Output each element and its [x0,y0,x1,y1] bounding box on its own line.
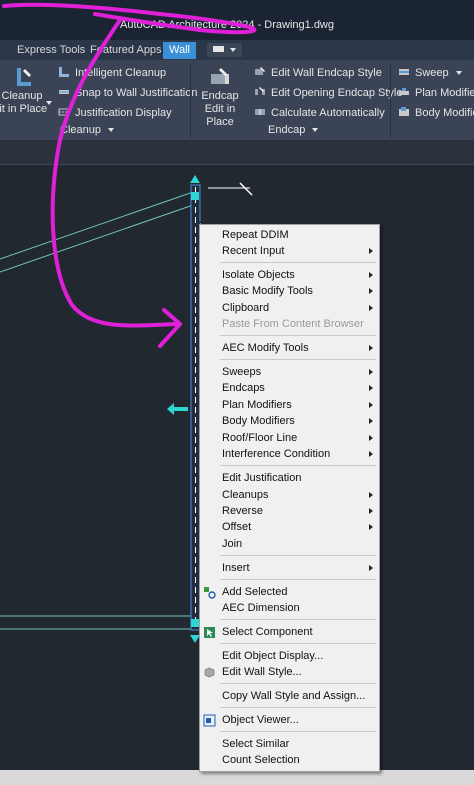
annotation-overlay [2,2,257,348]
annotation-arrow-line [50,18,178,328]
annotation-arrowhead-icon [158,308,182,348]
annotation-scribble [2,2,257,35]
